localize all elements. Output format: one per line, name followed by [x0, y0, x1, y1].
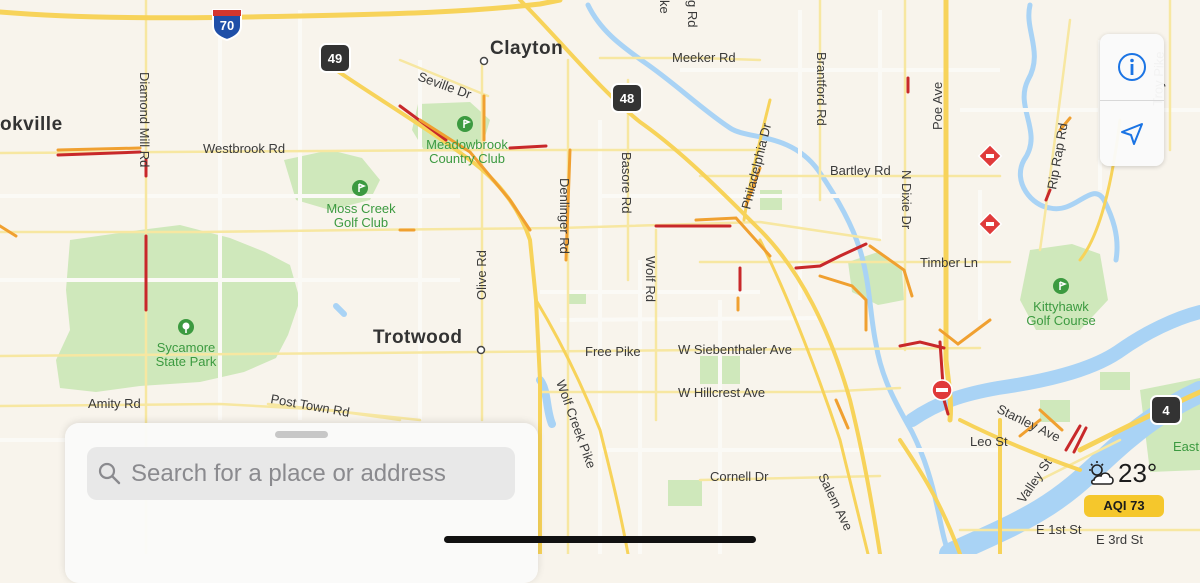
road-label-hillcrest: W Hillcrest Ave — [678, 385, 765, 400]
park-label-sycamore-2: State Park — [156, 354, 217, 369]
search-input[interactable] — [131, 447, 501, 500]
park-label-meadowbrook-2: Country Club — [429, 151, 505, 166]
road-label-amity: Amity Rd — [88, 396, 141, 411]
road-closed-icon[interactable] — [931, 379, 953, 401]
road-label-poe: Poe Ave — [930, 82, 945, 130]
shield-i70: 70 — [212, 9, 242, 42]
road-label-free-pike: Free Pike — [585, 344, 641, 359]
search-bar[interactable] — [87, 447, 515, 500]
sheet-grabber[interactable] — [275, 431, 328, 438]
road-label-basore: Basore Rd — [619, 152, 634, 213]
map-controls — [1100, 34, 1164, 166]
location-arrow-icon — [1121, 123, 1143, 145]
road-label-brantford: Brantford Rd — [814, 52, 829, 126]
park-small-3 — [668, 480, 702, 506]
road-label-e-3rd: E 3rd St — [1096, 532, 1143, 547]
shield-48: 48 — [611, 83, 643, 113]
city-label-brookville: okville — [0, 114, 63, 135]
road-label-top-edge-2: g Rd — [685, 0, 700, 27]
info-button[interactable] — [1100, 34, 1164, 100]
search-icon — [98, 462, 121, 485]
shield-i70-number: 70 — [220, 18, 234, 33]
road-label-bartley: Bartley Rd — [830, 163, 891, 178]
road-label-leo: Leo St — [970, 434, 1008, 449]
park-small-2 — [760, 190, 782, 210]
partly-cloudy-icon — [1089, 461, 1114, 485]
traffic-heavy-5 — [508, 144, 548, 150]
trotwood-dot — [476, 345, 486, 355]
traffic-slow-1 — [56, 146, 142, 152]
location-button[interactable] — [1100, 101, 1164, 167]
temperature: 23° — [1118, 458, 1158, 488]
park-label-east: East — [1173, 439, 1199, 454]
home-indicator[interactable] — [444, 536, 756, 543]
tree-icon — [178, 319, 194, 335]
road-label-meeker: Meeker Rd — [672, 50, 736, 65]
weather-widget[interactable]: 23° AQI 73 — [1084, 458, 1166, 518]
shield-4: 4 — [1150, 395, 1182, 425]
road-label-siebenthaler: W Siebenthaler Ave — [678, 342, 792, 357]
road-label-top-edge-1: ke — [657, 0, 672, 14]
city-label-clayton: Clayton — [490, 38, 563, 59]
park-small-6 — [1100, 372, 1130, 390]
city-label-trotwood: Trotwood — [373, 327, 462, 348]
road-label-diamond-mill: Diamond Mill Rd — [137, 72, 152, 167]
park-label-kittyhawk-2: Golf Course — [1026, 313, 1095, 328]
road-label-wolf: Wolf Rd — [643, 256, 658, 302]
road-label-denlinger: Denlinger Rd — [557, 178, 572, 254]
road-label-westbrook: Westbrook Rd — [203, 141, 285, 156]
park-label-meadowbrook-1: Meadowbrook — [426, 137, 508, 152]
search-sheet[interactable] — [65, 423, 538, 583]
clayton-dot — [479, 56, 489, 66]
park-small-5 — [1040, 400, 1070, 422]
shield-48-number: 48 — [620, 91, 634, 106]
shield-49: 49 — [319, 43, 351, 73]
park-label-kittyhawk-1: Kittyhawk — [1033, 299, 1089, 314]
road-label-olive: Olive Rd — [474, 250, 489, 300]
road-label-e-1st: E 1st St — [1036, 522, 1082, 537]
golf-icon — [352, 180, 368, 196]
golf-icon — [1053, 278, 1069, 294]
park-label-sycamore-1: Sycamore — [157, 340, 216, 355]
shield-49-number: 49 — [328, 51, 342, 66]
road-label-cornell: Cornell Dr — [710, 469, 769, 484]
info-icon — [1118, 53, 1146, 81]
aqi-badge: AQI 73 — [1084, 495, 1164, 517]
golf-icon — [457, 116, 473, 132]
park-label-moss-creek-2: Golf Club — [334, 215, 388, 230]
park-label-moss-creek-1: Moss Creek — [326, 201, 396, 216]
road-label-n-dixie: N Dixie Dr — [899, 170, 914, 230]
road-label-timber: Timber Ln — [920, 255, 978, 270]
shield-4-number: 4 — [1162, 403, 1170, 418]
